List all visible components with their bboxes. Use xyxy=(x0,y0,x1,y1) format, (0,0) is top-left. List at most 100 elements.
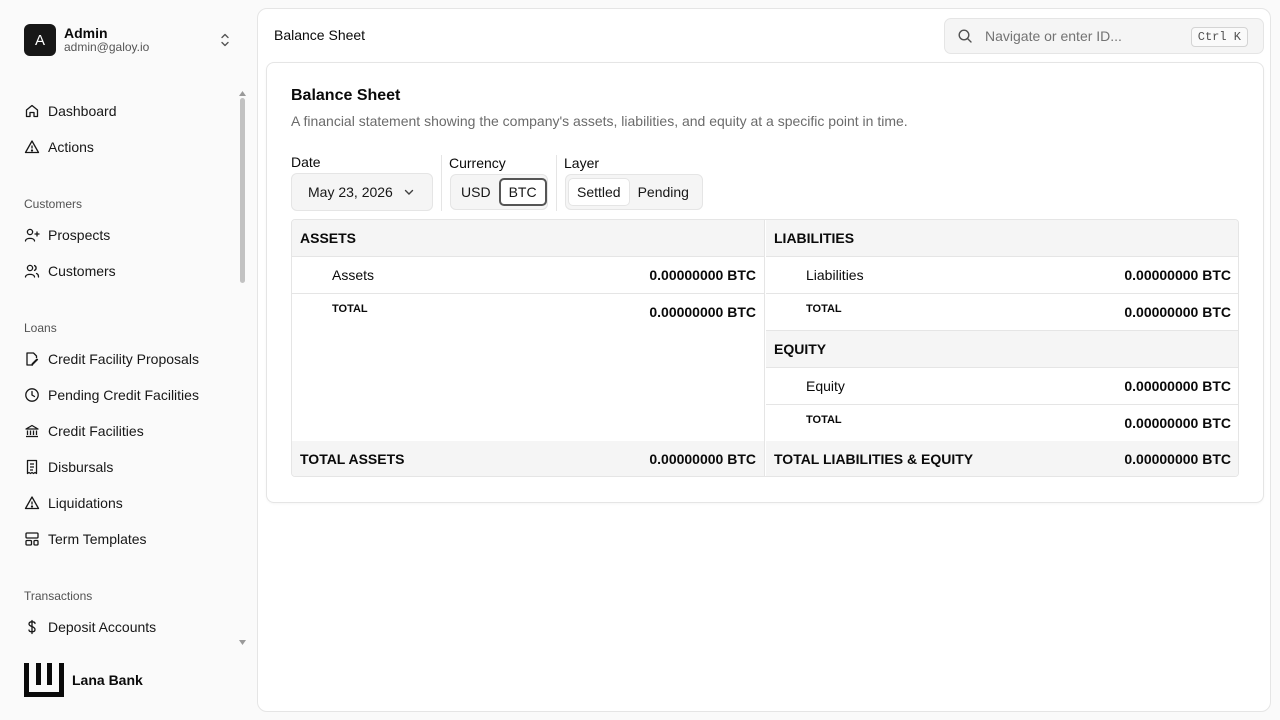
balance-sheet-card: Balance Sheet A financial statement show… xyxy=(266,62,1264,503)
sidebar-item-label: Term Templates xyxy=(48,531,147,547)
command-search[interactable]: Ctrl K xyxy=(944,18,1264,54)
alert-triangle-icon xyxy=(24,140,40,154)
search-input[interactable] xyxy=(985,28,1185,44)
sidebar-item-customers[interactable]: Customers xyxy=(24,259,116,283)
user-menu[interactable]: A Admin admin@galoy.io xyxy=(24,23,238,57)
sidebar-item-credit-facility-proposals[interactable]: Credit Facility Proposals xyxy=(24,347,199,371)
layer-option-settled[interactable]: Settled xyxy=(568,178,630,206)
assets-column: ASSETS Assets 0.00000000 BTC TOTAL 0.000… xyxy=(292,220,765,476)
sidebar-item-label: Customers xyxy=(48,263,116,279)
table-row: TOTAL 0.00000000 BTC xyxy=(766,294,1238,331)
sidebar-item-credit-facilities[interactable]: Credit Facilities xyxy=(24,419,144,443)
account-amount: 0.00000000 BTC xyxy=(649,267,756,283)
alert-triangle-icon xyxy=(24,496,40,510)
table-row: TOTAL 0.00000000 BTC xyxy=(292,294,764,331)
sidebar-item-deposit-accounts[interactable]: Deposit Accounts xyxy=(24,615,156,639)
sidebar: A Admin admin@galoy.io Dashboard Actions… xyxy=(0,0,256,720)
sidebar-item-dashboard[interactable]: Dashboard xyxy=(24,99,117,123)
layer-label: Layer xyxy=(564,155,600,171)
scroll-up-arrow-icon[interactable] xyxy=(239,91,246,96)
total-amount: 0.00000000 BTC xyxy=(1124,304,1231,320)
scroll-down-arrow-icon[interactable] xyxy=(239,640,246,645)
sidebar-item-prospects[interactable]: Prospects xyxy=(24,223,110,247)
user-name: Admin xyxy=(64,25,108,42)
chevron-down-icon xyxy=(404,189,414,195)
dollar-sign-icon xyxy=(28,619,36,635)
section-header: LIABILITIES xyxy=(774,230,855,246)
table-row[interactable]: Equity 0.00000000 BTC xyxy=(766,368,1238,405)
currency-option-usd[interactable]: USD xyxy=(453,178,499,206)
sidebar-item-label: Actions xyxy=(48,139,94,155)
total-amount: 0.00000000 BTC xyxy=(649,304,756,320)
card-description: A financial statement showing the compan… xyxy=(291,113,908,129)
total-label: TOTAL xyxy=(806,414,842,426)
grand-total-amount: 0.00000000 BTC xyxy=(1124,451,1231,467)
chevrons-up-down-icon[interactable] xyxy=(218,31,232,49)
nav-group-loans: Loans xyxy=(24,321,57,335)
layout-template-icon xyxy=(25,532,39,546)
sidebar-nav[interactable]: Dashboard Actions Customers Prospects Cu… xyxy=(0,90,256,650)
nav-group-customers: Customers xyxy=(24,197,83,211)
account-amount: 0.00000000 BTC xyxy=(1124,378,1231,394)
sidebar-item-label: Disbursals xyxy=(48,459,114,475)
sidebar-item-label: Deposit Accounts xyxy=(48,619,157,635)
sidebar-item-term-templates[interactable]: Term Templates xyxy=(24,527,147,551)
home-icon xyxy=(25,104,39,118)
account-amount: 0.00000000 BTC xyxy=(1124,267,1231,283)
balance-sheet-table: ASSETS Assets 0.00000000 BTC TOTAL 0.000… xyxy=(291,219,1239,477)
sidebar-item-liquidations[interactable]: Liquidations xyxy=(24,491,123,515)
sidebar-item-label: Credit Facility Proposals xyxy=(48,351,199,367)
divider xyxy=(441,155,442,211)
table-row[interactable]: Liabilities 0.00000000 BTC xyxy=(766,257,1238,294)
grand-total-label: TOTAL ASSETS xyxy=(300,451,405,467)
liabilities-equity-column: LIABILITIES Liabilities 0.00000000 BTC T… xyxy=(766,220,1238,476)
table-row: LIABILITIES xyxy=(766,220,1238,257)
sidebar-item-label: Pending Credit Facilities xyxy=(48,387,199,403)
sidebar-item-label: Liquidations xyxy=(48,495,123,511)
sidebar-scrollbar-thumb[interactable] xyxy=(240,98,245,283)
layer-toggle[interactable]: Settled Pending xyxy=(565,174,703,210)
date-picker-button[interactable]: May 23, 2026 xyxy=(291,173,433,211)
user-plus-icon xyxy=(24,228,40,242)
sidebar-item-pending-credit-facilities[interactable]: Pending Credit Facilities xyxy=(24,383,199,407)
avatar: A xyxy=(24,24,56,56)
user-email: admin@galoy.io xyxy=(64,40,150,55)
main-panel: Balance Sheet Ctrl K Balance Sheet A fin… xyxy=(257,8,1271,712)
lana-bank-logo-icon xyxy=(24,663,64,697)
users-icon xyxy=(24,264,40,278)
table-row: TOTAL LIABILITIES & EQUITY 0.00000000 BT… xyxy=(766,441,1238,476)
nav-group-transactions: Transactions xyxy=(24,589,93,603)
total-amount: 0.00000000 BTC xyxy=(1124,415,1231,431)
table-row: ASSETS xyxy=(292,220,764,257)
search-icon xyxy=(958,29,972,43)
sidebar-item-label: Dashboard xyxy=(48,103,117,119)
total-label: TOTAL xyxy=(332,303,368,315)
divider xyxy=(556,155,557,211)
keyboard-shortcut: Ctrl K xyxy=(1190,27,1248,47)
table-row: TOTAL ASSETS 0.00000000 BTC xyxy=(292,441,764,476)
sidebar-item-actions[interactable]: Actions xyxy=(24,135,94,159)
grand-total-label: TOTAL LIABILITIES & EQUITY xyxy=(774,451,974,467)
total-label: TOTAL xyxy=(806,303,842,315)
table-row: TOTAL 0.00000000 BTC xyxy=(766,405,1238,442)
brand: Lana Bank xyxy=(24,663,143,697)
sidebar-item-disbursals[interactable]: Disbursals xyxy=(24,455,113,479)
table-row: EQUITY xyxy=(766,331,1238,368)
layer-option-pending[interactable]: Pending xyxy=(630,178,697,206)
currency-toggle[interactable]: USD BTC xyxy=(450,174,548,210)
bank-icon xyxy=(25,424,39,438)
section-header: EQUITY xyxy=(774,341,827,357)
file-edit-icon xyxy=(26,352,39,366)
currency-option-btc[interactable]: BTC xyxy=(498,178,547,206)
card-title: Balance Sheet xyxy=(291,87,401,104)
clock-icon xyxy=(25,388,39,402)
account-name: Liabilities xyxy=(806,267,864,283)
receipt-icon xyxy=(26,459,38,475)
account-name: Equity xyxy=(806,378,845,394)
account-name: Assets xyxy=(332,267,375,283)
table-row[interactable]: Assets 0.00000000 BTC xyxy=(292,257,764,294)
date-value: May 23, 2026 xyxy=(308,184,393,200)
currency-label: Currency xyxy=(449,155,506,171)
brand-name: Lana Bank xyxy=(72,672,143,688)
date-label: Date xyxy=(291,154,321,170)
